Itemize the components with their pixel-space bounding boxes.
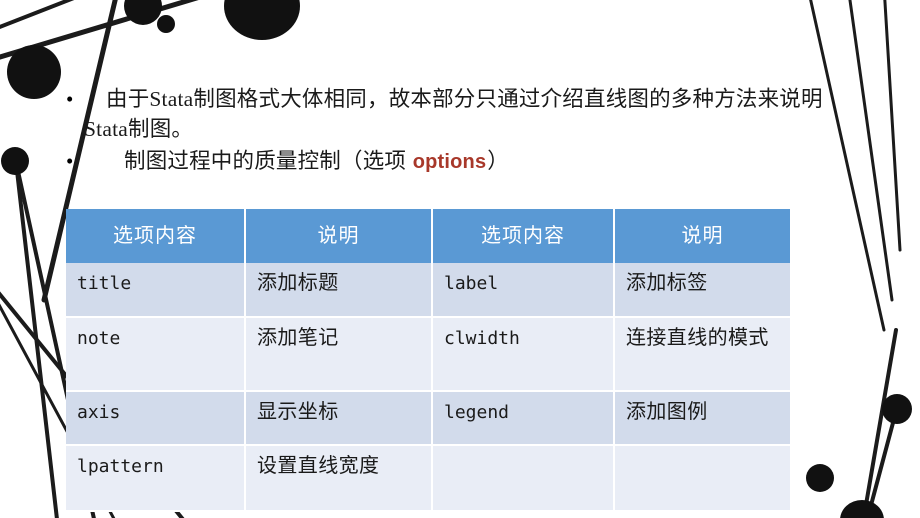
cell-option-clwidth: clwidth bbox=[432, 317, 615, 392]
cell-desc-legend: 添加图例 bbox=[614, 391, 790, 446]
column-header-option-2: 选项内容 bbox=[432, 209, 615, 263]
cell-option-title: title bbox=[66, 263, 246, 318]
options-keyword: options bbox=[412, 151, 487, 173]
cell-desc-note: 添加笔记 bbox=[245, 317, 433, 392]
cell-option-legend: legend bbox=[432, 391, 615, 446]
cell-desc-label: 添加标签 bbox=[614, 263, 790, 318]
bullet-item-2: • 制图过程中的质量控制（选项 options） bbox=[62, 146, 862, 177]
slide-canvas: • 由于Stata制图格式大体相同，故本部分只通过介绍直线图的多种方法来说明St… bbox=[0, 0, 920, 518]
bullet-1-segment-1: 由于Stata制图格式大体相同，故本部分只通过介绍直线图的多种方法来说明Stat… bbox=[84, 87, 823, 141]
cell-option-label: label bbox=[432, 263, 615, 318]
bullet-list: • 由于Stata制图格式大体相同，故本部分只通过介绍直线图的多种方法来说明St… bbox=[62, 84, 862, 179]
bullet-2-segment-1: 制图过程中的质量控制（选项 bbox=[124, 149, 412, 173]
column-header-description-2: 说明 bbox=[614, 209, 790, 263]
cell-desc-title: 添加标题 bbox=[245, 263, 433, 318]
column-header-option-1: 选项内容 bbox=[66, 209, 246, 263]
table-row: lpattern 设置直线宽度 bbox=[66, 445, 790, 512]
table-header: 选项内容 说明 选项内容 说明 bbox=[66, 209, 790, 263]
bullet-text-1: 由于Stata制图格式大体相同，故本部分只通过介绍直线图的多种方法来说明Stat… bbox=[84, 84, 862, 144]
bullet-marker-icon: • bbox=[66, 149, 74, 173]
table-row: title 添加标题 label 添加标签 bbox=[66, 263, 790, 318]
table-body: title 添加标题 label 添加标签 note 添加笔记 clwidth … bbox=[66, 263, 790, 512]
options-table: 选项内容 说明 选项内容 说明 title 添加标题 label 添加标签 no… bbox=[66, 209, 790, 512]
cell-option-note: note bbox=[66, 317, 246, 392]
cell-desc-clwidth: 连接直线的模式 bbox=[614, 317, 790, 392]
bullet-marker-icon: • bbox=[66, 87, 74, 111]
bullet-item-1: • 由于Stata制图格式大体相同，故本部分只通过介绍直线图的多种方法来说明St… bbox=[62, 84, 862, 144]
cell-desc-axis: 显示坐标 bbox=[245, 391, 433, 446]
column-header-description-1: 说明 bbox=[245, 209, 433, 263]
bullet-2-segment-3: ） bbox=[487, 149, 509, 173]
bullet-text-2: 制图过程中的质量控制（选项 options） bbox=[84, 146, 862, 177]
table-header-row: 选项内容 说明 选项内容 说明 bbox=[66, 209, 790, 263]
cell-desc-empty bbox=[614, 445, 790, 512]
cell-option-empty bbox=[432, 445, 615, 512]
table-row: axis 显示坐标 legend 添加图例 bbox=[66, 391, 790, 446]
cell-option-lpattern: lpattern bbox=[66, 445, 246, 512]
table-row: note 添加笔记 clwidth 连接直线的模式 bbox=[66, 317, 790, 392]
cell-option-axis: axis bbox=[66, 391, 246, 446]
cell-desc-lpattern: 设置直线宽度 bbox=[245, 445, 433, 512]
